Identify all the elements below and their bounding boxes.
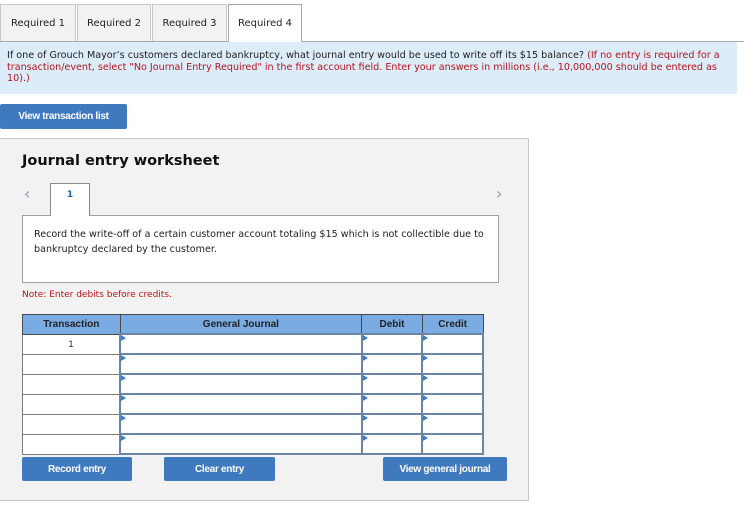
table-row: 1 <box>22 333 484 355</box>
account-cell[interactable] <box>119 353 363 375</box>
debit-cell[interactable] <box>360 413 424 435</box>
debit-input[interactable] <box>362 418 422 432</box>
transaction-cell <box>22 413 121 435</box>
dropdown-marker-icon <box>423 435 429 441</box>
header-general-journal: General Journal <box>119 314 363 335</box>
transaction-cell: 1 <box>22 333 121 355</box>
dropdown-marker-icon <box>121 435 127 441</box>
question-text: If one of Grouch Mayor’s customers decla… <box>7 50 585 61</box>
dropdown-marker-icon <box>362 415 368 421</box>
dropdown-marker-icon <box>121 375 127 381</box>
account-input[interactable] <box>121 438 361 452</box>
dropdown-marker-icon <box>423 375 429 381</box>
credit-cell[interactable] <box>421 373 484 395</box>
account-input[interactable] <box>121 398 361 412</box>
dropdown-marker-icon <box>362 395 368 401</box>
dropdown-marker-icon <box>121 335 127 341</box>
dropdown-marker-icon <box>423 415 429 421</box>
debit-cell[interactable] <box>360 373 424 395</box>
transaction-cell <box>22 353 121 375</box>
tab-required-2[interactable]: Required 2 <box>77 4 151 41</box>
credit-input[interactable] <box>423 338 482 352</box>
header-transaction: Transaction <box>22 314 121 335</box>
transaction-cell <box>22 393 121 415</box>
clear-entry-button[interactable]: Clear entry <box>164 457 275 481</box>
debit-input[interactable] <box>362 338 422 352</box>
tab-required-4[interactable]: Required 4 <box>228 4 302 42</box>
account-cell[interactable] <box>119 413 363 435</box>
debit-cell[interactable] <box>360 333 424 355</box>
requirement-tabs: Required 1 Required 2 Required 3 Require… <box>0 4 303 42</box>
account-input[interactable] <box>121 418 361 432</box>
account-cell[interactable] <box>119 373 363 395</box>
credit-cell[interactable] <box>421 413 484 435</box>
dropdown-marker-icon <box>362 335 368 341</box>
journal-table: Transaction General Journal Debit Credit… <box>22 314 484 455</box>
credit-input[interactable] <box>423 398 482 412</box>
credit-cell[interactable] <box>421 333 484 355</box>
account-cell[interactable] <box>119 393 363 415</box>
dropdown-marker-icon <box>423 395 429 401</box>
header-debit: Debit <box>361 314 423 335</box>
dropdown-marker-icon <box>362 355 368 361</box>
table-row <box>22 433 484 455</box>
account-input[interactable] <box>121 358 361 372</box>
credit-input[interactable] <box>423 378 482 392</box>
dropdown-marker-icon <box>121 395 127 401</box>
header-credit: Credit <box>421 314 484 335</box>
record-entry-button[interactable]: Record entry <box>22 457 132 481</box>
view-transaction-list-button[interactable]: View transaction list <box>0 104 127 129</box>
debit-input[interactable] <box>362 358 422 372</box>
credit-input[interactable] <box>423 438 482 452</box>
transaction-description: Record the write-off of a certain custom… <box>22 215 499 283</box>
question-panel: If one of Grouch Mayor’s customers decla… <box>0 42 737 94</box>
credit-cell[interactable] <box>421 433 484 455</box>
debit-credit-note: Note: Enter debits before credits. <box>22 290 172 300</box>
account-cell[interactable] <box>119 333 363 355</box>
tab-required-3[interactable]: Required 3 <box>152 4 227 41</box>
chevron-right-icon[interactable]: › <box>496 184 502 203</box>
credit-cell[interactable] <box>421 353 484 375</box>
table-header-row: Transaction General Journal Debit Credit <box>22 314 484 335</box>
credit-input[interactable] <box>423 358 482 372</box>
debit-input[interactable] <box>362 398 422 412</box>
debit-input[interactable] <box>362 378 422 392</box>
view-general-journal-button[interactable]: View general journal <box>383 457 507 481</box>
debit-cell[interactable] <box>360 433 424 455</box>
table-row <box>22 413 484 435</box>
tab-required-1[interactable]: Required 1 <box>0 4 76 41</box>
dropdown-marker-icon <box>423 355 429 361</box>
dropdown-marker-icon <box>362 375 368 381</box>
dropdown-marker-icon <box>423 335 429 341</box>
debit-cell[interactable] <box>360 393 424 415</box>
table-row <box>22 393 484 415</box>
dropdown-marker-icon <box>362 435 368 441</box>
debit-input[interactable] <box>362 438 422 452</box>
credit-input[interactable] <box>423 418 482 432</box>
debit-cell[interactable] <box>360 353 424 375</box>
worksheet-title: Journal entry worksheet <box>22 153 220 169</box>
dropdown-marker-icon <box>121 415 127 421</box>
account-input[interactable] <box>121 378 361 392</box>
dropdown-marker-icon <box>121 355 127 361</box>
transaction-cell <box>22 373 121 395</box>
table-row <box>22 353 484 375</box>
table-row <box>22 373 484 395</box>
account-input[interactable] <box>121 338 361 352</box>
account-cell[interactable] <box>119 433 363 455</box>
entry-tab-1[interactable]: 1 <box>50 183 90 216</box>
transaction-cell <box>22 433 121 455</box>
chevron-left-icon[interactable]: ‹ <box>24 184 30 203</box>
credit-cell[interactable] <box>421 393 484 415</box>
